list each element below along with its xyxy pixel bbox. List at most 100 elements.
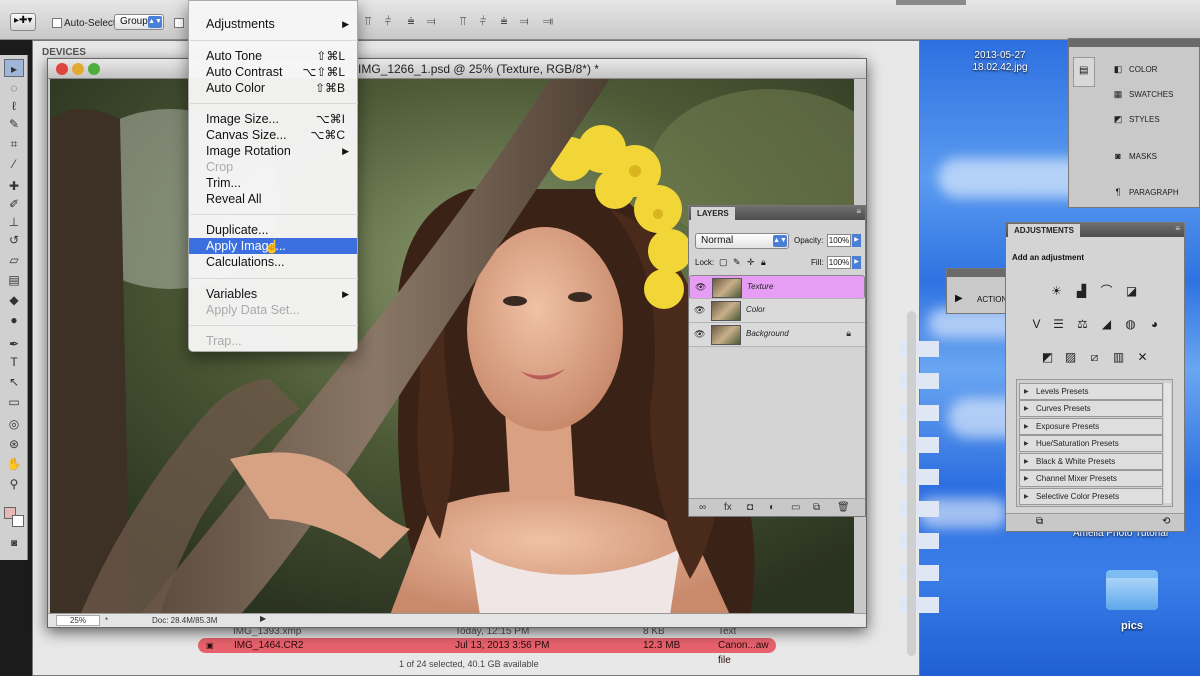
eraser-tool-icon[interactable]: ▱: [4, 251, 24, 269]
brush-tool-icon[interactable]: ✐: [4, 195, 24, 213]
hand-tool-icon[interactable]: ✋: [4, 455, 24, 473]
add-mask-icon[interactable]: ◘: [747, 502, 753, 513]
vibrance-icon[interactable]: V: [1028, 317, 1045, 332]
dock-item-color[interactable]: COLOR: [1129, 63, 1157, 77]
menu-item-trim[interactable]: Trim...: [189, 175, 357, 191]
panel-menu-icon[interactable]: ≡: [1175, 224, 1180, 233]
menu-item-duplicate[interactable]: Duplicate...: [189, 222, 357, 238]
minimize-button[interactable]: [72, 63, 84, 75]
preset-channel-mixer[interactable]: Channel Mixer Presets: [1019, 470, 1163, 487]
pics-folder[interactable]: pics: [1104, 566, 1160, 636]
panel-menu-icon[interactable]: ≡: [856, 207, 861, 216]
layers-tab[interactable]: LAYERS: [691, 207, 735, 220]
menu-item-adjustments[interactable]: Adjustments ▶: [189, 16, 357, 32]
distribute-middle-icon[interactable]: ⫩: [475, 14, 491, 28]
lock-pixels-icon[interactable]: ✎: [733, 257, 741, 268]
history-brush-icon[interactable]: ↺: [4, 231, 24, 249]
eyedropper-tool-icon[interactable]: ⁄: [4, 155, 24, 173]
zoom-button[interactable]: [88, 63, 100, 75]
distribute-bottom-icon[interactable]: ⩧: [496, 14, 512, 28]
3d-orbit-icon[interactable]: ⊛: [4, 435, 24, 453]
color-balance-icon[interactable]: ⚖: [1074, 317, 1091, 332]
preset-black-white[interactable]: Black & White Presets: [1019, 453, 1163, 470]
layer-row-color[interactable]: 👁︎ Color: [689, 299, 865, 323]
marquee-tool-icon[interactable]: ◌: [4, 79, 24, 97]
visibility-eye-icon[interactable]: 👁︎: [695, 282, 706, 293]
finder-scrollbar[interactable]: [907, 311, 916, 656]
pen-tool-icon[interactable]: ✒: [4, 335, 24, 353]
path-select-icon[interactable]: ↖: [4, 373, 24, 391]
lock-transparent-icon[interactable]: ▢: [719, 257, 728, 268]
finder-row-selected[interactable]: ▣ IMG_1464.CR2 Jul 13, 2013 3:56 PM 12.3…: [198, 638, 776, 666]
visibility-eye-icon[interactable]: 👁︎: [694, 329, 705, 340]
reset-icon[interactable]: ⟲: [1162, 516, 1170, 527]
auto-select-checkbox[interactable]: [52, 18, 62, 28]
close-button[interactable]: [56, 63, 68, 75]
align-middle-icon[interactable]: ⫩: [380, 14, 396, 28]
lock-position-icon[interactable]: ✛: [747, 257, 755, 268]
invert-icon[interactable]: ◩: [1039, 350, 1056, 365]
brightness-contrast-icon[interactable]: ☀: [1048, 284, 1065, 299]
clone-stamp-icon[interactable]: ⊥: [4, 213, 24, 231]
opacity-input[interactable]: 100%: [827, 234, 851, 247]
quick-mask-icon[interactable]: ◙: [4, 535, 24, 553]
preset-selective-color[interactable]: Selective Color Presets: [1019, 488, 1163, 505]
visibility-eye-icon[interactable]: 👁︎: [694, 305, 705, 316]
workspace-button[interactable]: [896, 0, 966, 5]
menu-item-auto-color[interactable]: Auto Color ⇧⌘B: [189, 80, 357, 96]
lasso-tool-icon[interactable]: ℓ: [4, 97, 24, 115]
move-tool-preset-button[interactable]: ▸✚▾: [10, 13, 36, 31]
dock-item-masks[interactable]: MASKS: [1129, 150, 1157, 164]
layer-row-texture[interactable]: 👁︎ Texture: [689, 275, 865, 299]
clip-to-layer-icon[interactable]: ⧉: [1036, 516, 1043, 527]
quick-select-tool-icon[interactable]: ✎: [4, 115, 24, 133]
gradient-map-icon[interactable]: ▥: [1110, 350, 1127, 365]
dock-item-swatches[interactable]: SWATCHES: [1129, 88, 1173, 102]
crop-tool-icon[interactable]: ⌗: [4, 135, 24, 153]
fx-icon[interactable]: fx: [724, 502, 732, 513]
menu-item-image-size[interactable]: Image Size... ⌥⌘I: [189, 111, 357, 127]
adjustment-layer-icon[interactable]: ◐: [769, 502, 775, 513]
status-menu-icon[interactable]: ◔: [103, 614, 108, 624]
shape-tool-icon[interactable]: ▭: [4, 393, 24, 411]
menu-item-calculations[interactable]: Calculations...: [189, 254, 357, 270]
layer-row-background[interactable]: 👁︎ Background 🔒︎: [689, 323, 865, 347]
distribute-left-icon[interactable]: ⫤: [516, 14, 532, 28]
align-top-icon[interactable]: ⫪: [360, 14, 376, 28]
link-layers-icon[interactable]: ∞: [699, 502, 706, 513]
preset-exposure[interactable]: Exposure Presets: [1019, 418, 1163, 435]
preset-curves[interactable]: Curves Presets: [1019, 400, 1163, 417]
hue-saturation-icon[interactable]: ☰: [1050, 317, 1067, 332]
menu-item-canvas-size[interactable]: Canvas Size... ⌥⌘C: [189, 127, 357, 143]
zoom-field[interactable]: 25%: [56, 615, 100, 626]
blur-tool-icon[interactable]: ◆: [4, 291, 24, 309]
channel-mixer-icon[interactable]: ◕: [1146, 317, 1163, 332]
lock-all-icon[interactable]: 🔒︎: [761, 257, 766, 268]
preset-levels[interactable]: Levels Presets: [1019, 383, 1163, 400]
menu-item-auto-contrast[interactable]: Auto Contrast ⌥⇧⌘L: [189, 64, 357, 80]
3d-rotate-icon[interactable]: ◎: [4, 415, 24, 433]
adjustments-tab[interactable]: ADJUSTMENTS: [1008, 224, 1081, 237]
menu-item-variables[interactable]: Variables ▶: [189, 286, 357, 302]
photo-filter-icon[interactable]: ◍: [1122, 317, 1139, 332]
gradient-tool-icon[interactable]: ▤: [4, 271, 24, 289]
selective-color-icon[interactable]: ✕: [1134, 350, 1151, 365]
distribute-top-icon[interactable]: ⫪: [455, 14, 471, 28]
threshold-icon[interactable]: ⧄: [1086, 350, 1103, 365]
actions-panel-collapsed[interactable]: ▶ ACTION: [946, 268, 1007, 314]
distribute-right-icon[interactable]: ⫥: [540, 14, 556, 28]
background-color-swatch[interactable]: [12, 515, 24, 527]
zoom-tool-icon[interactable]: ⚲: [4, 475, 24, 493]
new-layer-icon[interactable]: ⧉: [813, 502, 820, 513]
healing-brush-icon[interactable]: ✚: [4, 177, 24, 195]
dock-item-paragraph[interactable]: PARAGRAPH: [1129, 186, 1179, 200]
delete-layer-icon[interactable]: 🗑︎: [837, 502, 850, 513]
curves-icon[interactable]: ⌒: [1098, 284, 1115, 299]
fill-arrow-icon[interactable]: ▶: [852, 256, 861, 269]
fill-input[interactable]: 100%: [827, 256, 851, 269]
levels-icon[interactable]: ▟: [1073, 284, 1090, 299]
auto-select-dropdown[interactable]: Group ▲▼: [114, 14, 164, 30]
exposure-icon[interactable]: ◪: [1123, 284, 1140, 299]
document-title-bar[interactable]: IMG_1266_1.psd @ 25% (Texture, RGB/8*) *: [48, 59, 866, 79]
menu-item-image-rotation[interactable]: Image Rotation ▶: [189, 143, 357, 159]
